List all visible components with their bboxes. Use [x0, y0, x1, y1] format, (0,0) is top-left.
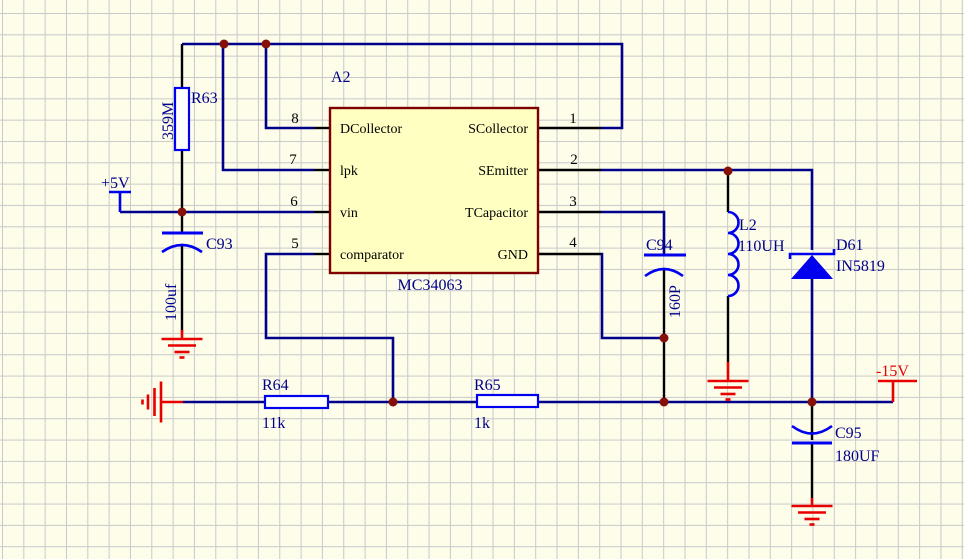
ground-symbol-l2[interactable]: [708, 362, 749, 400]
ground-symbol-c95[interactable]: [792, 498, 833, 525]
pin-name-dcollector: DCollector: [340, 122, 403, 137]
r65-designator: R65: [474, 377, 501, 394]
ic-part-label: MC34063: [398, 277, 463, 294]
ic-designator: A2: [331, 69, 351, 86]
c93-value: 100uf: [163, 283, 180, 321]
capacitor-c93[interactable]: C93 100uf: [162, 212, 233, 332]
junction-dot: [724, 167, 733, 176]
c95-value: 180UF: [835, 448, 880, 465]
r64-body[interactable]: [265, 396, 328, 408]
pin-name-semitter: SEmitter: [478, 164, 528, 179]
r63-designator: R63: [191, 90, 218, 107]
c94-designator: C94: [646, 237, 673, 254]
pin-name-lpk: lpk: [340, 164, 358, 179]
power-terminal-minus15v[interactable]: -15V: [876, 363, 917, 402]
pin-number-7: 7: [289, 152, 297, 168]
pin-name-vin: vin: [340, 206, 358, 221]
pin-name-comparator: comparator: [340, 248, 404, 263]
l2-designator: L2: [739, 217, 757, 234]
diode-d61[interactable]: D61 IN5819: [790, 237, 885, 279]
resistor-r65[interactable]: R65 1k: [474, 377, 538, 432]
d61-triangle[interactable]: [791, 255, 833, 279]
junction-dot: [660, 398, 669, 407]
ic-mc34063[interactable]: A2 MC34063 DCollector lpk vin comparator…: [289, 69, 578, 294]
pin-number-2: 2: [570, 152, 578, 168]
junction-dot: [389, 398, 398, 407]
r64-designator: R64: [262, 377, 289, 394]
pin-name-scollector: SCollector: [468, 122, 528, 137]
d61-designator: D61: [836, 237, 864, 254]
wire-pin4-gnd[interactable]: [601, 254, 664, 338]
inductor-l2[interactable]: L2 110UH: [728, 171, 785, 362]
wire-pin8[interactable]: [266, 44, 314, 128]
pin-number-6: 6: [290, 194, 298, 210]
pin-number-5: 5: [291, 236, 299, 252]
ground-symbol-left[interactable]: [143, 382, 184, 423]
c95-designator: C95: [835, 425, 862, 442]
resistor-r63[interactable]: R63 359M: [160, 44, 218, 212]
pin-name-gnd: GND: [498, 248, 528, 263]
junction-dot: [220, 40, 229, 49]
junction-dot: [178, 208, 187, 217]
junction-dot: [808, 398, 817, 407]
pin-number-4: 4: [569, 235, 577, 251]
r63-value: 359M: [160, 102, 177, 140]
pin-number-3: 3: [569, 194, 577, 210]
plus5v-label: +5V: [101, 175, 130, 192]
l2-coil[interactable]: [728, 212, 739, 296]
pin-number-8: 8: [291, 111, 299, 127]
wire-pin7[interactable]: [223, 44, 314, 170]
minus15v-label: -15V: [876, 363, 909, 380]
d61-value: IN5819: [836, 258, 885, 275]
c94-value: 160P: [667, 285, 684, 318]
r65-value: 1k: [474, 415, 490, 432]
capacitor-c95[interactable]: C95 180UF: [792, 402, 880, 498]
junction-dot: [660, 334, 669, 343]
ground-symbol-c93[interactable]: [162, 330, 203, 358]
pin-number-1: 1: [569, 111, 577, 127]
r63-body[interactable]: [175, 88, 189, 150]
c93-designator: C93: [206, 236, 233, 253]
r65-body[interactable]: [477, 395, 538, 407]
l2-value: 110UH: [738, 238, 785, 255]
pin-name-tcapacitor: TCapacitor: [465, 206, 528, 221]
capacitor-c94[interactable]: C94 160P: [644, 237, 686, 402]
resistor-r64[interactable]: R64 11k: [262, 377, 328, 432]
schematic-canvas: A2 MC34063 DCollector lpk vin comparator…: [0, 0, 964, 559]
r64-value: 11k: [262, 415, 285, 432]
junction-dot: [262, 40, 271, 49]
power-terminal-plus5v[interactable]: +5V: [101, 175, 131, 212]
